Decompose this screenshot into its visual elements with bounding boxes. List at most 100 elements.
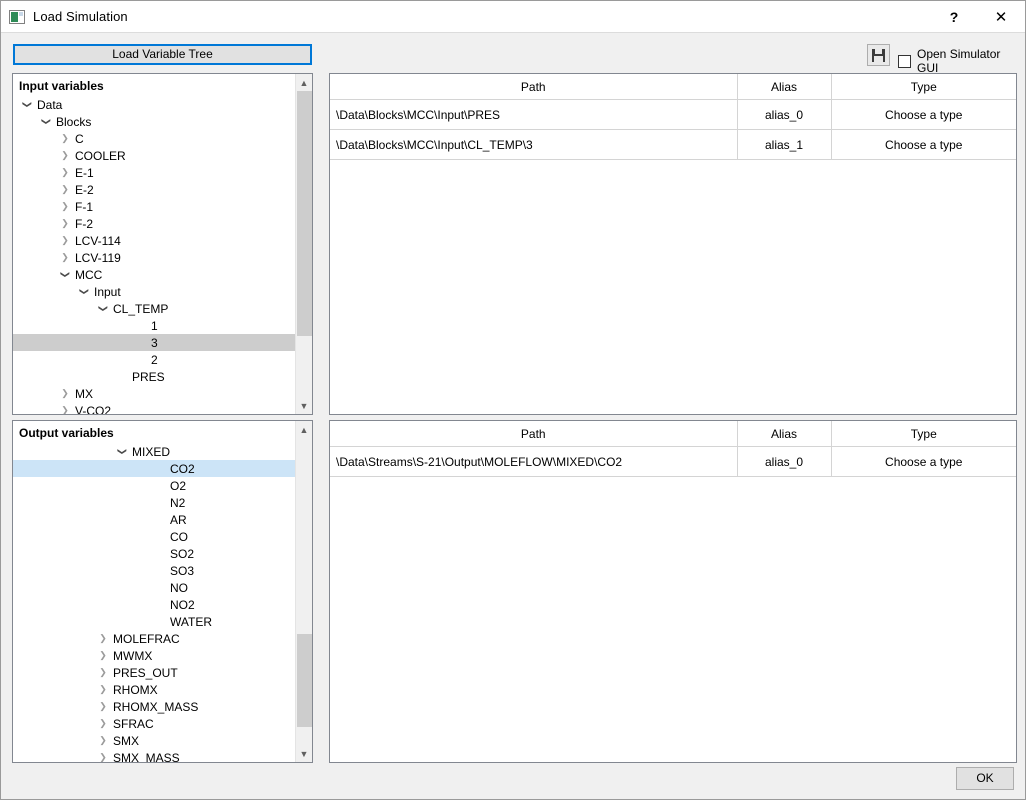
scroll-up-arrow-icon[interactable]: ▲	[296, 74, 312, 91]
input-tree-item-3[interactable]: 3	[13, 334, 296, 351]
chevron-down-icon[interactable]: ❯	[38, 114, 55, 130]
input-tree-item-f-2[interactable]: ❯ F-2	[13, 215, 296, 232]
output-tree-item-so2[interactable]: SO2	[13, 545, 296, 562]
load-simulation-dialog: Load Simulation ? ✕ Load Variable Tree O…	[0, 0, 1026, 800]
input-tree-item-2[interactable]: 2	[13, 351, 296, 368]
output-tree-item-mwmx[interactable]: ❯ MWMX	[13, 647, 296, 664]
tree-item-label: N2	[170, 495, 186, 510]
chevron-right-icon[interactable]: ❯	[57, 147, 73, 164]
load-variable-tree-button[interactable]: Load Variable Tree	[13, 44, 312, 65]
save-button[interactable]	[867, 44, 890, 66]
chevron-right-icon[interactable]: ❯	[57, 164, 73, 181]
output-tree-item-pres-out[interactable]: ❯ PRES_OUT	[13, 664, 296, 681]
chevron-right-icon[interactable]: ❯	[57, 385, 73, 402]
tree-item-label: SMX_MASS	[113, 750, 180, 763]
input-variables-tree[interactable]: Input variables ❯ Data ❯ Blocks ❯ C ❯ COOLER ❯ E-…	[12, 73, 313, 415]
help-button[interactable]: ?	[931, 1, 977, 32]
input-tree-item-pres[interactable]: PRES	[13, 368, 296, 385]
input-tree-item-c[interactable]: ❯ C	[13, 130, 296, 147]
tree-item-label: COOLER	[75, 148, 126, 163]
input-tree-item-e-2[interactable]: ❯ E-2	[13, 181, 296, 198]
output-tree-item-ar[interactable]: AR	[13, 511, 296, 528]
input-tree-scrollbar[interactable]: ▲ ▼	[295, 74, 312, 414]
input-tree-item-data[interactable]: ❯ Data	[13, 96, 296, 113]
output-tree-item-rhomx[interactable]: ❯ RHOMX	[13, 681, 296, 698]
chevron-down-icon[interactable]: ❯	[57, 267, 74, 283]
output-tree-item-no2[interactable]: NO2	[13, 596, 296, 613]
output-table-type-cell[interactable]: Choose a type	[831, 446, 1016, 477]
chevron-right-icon[interactable]: ❯	[95, 749, 111, 762]
input-tree-item-mx[interactable]: ❯ MX	[13, 385, 296, 402]
scroll-up-arrow-icon[interactable]: ▲	[296, 421, 312, 438]
input-tree-item-1[interactable]: 1	[13, 317, 296, 334]
input-tree-item-input[interactable]: ❯ Input	[13, 283, 296, 300]
tree-item-label: RHOMX	[113, 682, 158, 697]
output-tree-item-smx[interactable]: ❯ SMX	[13, 732, 296, 749]
output-tree-item-mixed[interactable]: ❯ MIXED	[13, 443, 296, 460]
input-tree-item-lcv-114[interactable]: ❯ LCV-114	[13, 232, 296, 249]
input-tree-item-cooler[interactable]: ❯ COOLER	[13, 147, 296, 164]
chevron-right-icon[interactable]: ❯	[95, 664, 111, 681]
output-table-column-header: Alias	[737, 421, 832, 447]
output-table-alias-cell[interactable]: alias_0	[737, 446, 832, 477]
chevron-right-icon[interactable]: ❯	[57, 249, 73, 266]
tree-item-label: E-1	[75, 165, 94, 180]
chevron-right-icon[interactable]: ❯	[95, 681, 111, 698]
ok-button[interactable]: OK	[956, 767, 1014, 790]
chevron-right-icon[interactable]: ❯	[95, 732, 111, 749]
input-tree-item-mcc[interactable]: ❯ MCC	[13, 266, 296, 283]
output-tree-item-o2[interactable]: O2	[13, 477, 296, 494]
input-table-column-header: Path	[330, 74, 738, 100]
input-tree-header: Input variables	[19, 79, 104, 93]
chevron-right-icon[interactable]: ❯	[57, 232, 73, 249]
scrollbar-thumb[interactable]	[297, 634, 312, 727]
tree-item-label: SO2	[170, 546, 195, 561]
output-tree-item-sfrac[interactable]: ❯ SFRAC	[13, 715, 296, 732]
input-tree-item-cl-temp[interactable]: ❯ CL_TEMP	[13, 300, 296, 317]
scroll-down-arrow-icon[interactable]: ▼	[296, 745, 312, 762]
open-simulator-gui-label: Open Simulator GUI	[917, 47, 1001, 75]
output-tree-item-co2[interactable]: CO2	[13, 460, 296, 477]
chevron-down-icon[interactable]: ❯	[114, 444, 131, 460]
input-tree-item-lcv-119[interactable]: ❯ LCV-119	[13, 249, 296, 266]
chevron-right-icon[interactable]: ❯	[57, 198, 73, 215]
output-tree-item-water[interactable]: WATER	[13, 613, 296, 630]
output-tree-item-no[interactable]: NO	[13, 579, 296, 596]
input-tree-item-v-co2[interactable]: ❯ V-CO2	[13, 402, 296, 415]
scroll-down-arrow-icon[interactable]: ▼	[296, 397, 312, 414]
chevron-right-icon[interactable]: ❯	[57, 215, 73, 232]
close-button[interactable]: ✕	[977, 1, 1025, 32]
input-table-type-cell[interactable]: Choose a type	[831, 99, 1016, 130]
chevron-right-icon[interactable]: ❯	[95, 698, 111, 715]
input-tree-item-e-1[interactable]: ❯ E-1	[13, 164, 296, 181]
input-table-header-row: Path Alias Type	[330, 74, 1016, 100]
scrollbar-thumb[interactable]	[297, 91, 312, 336]
chevron-right-icon[interactable]: ❯	[95, 715, 111, 732]
output-tree-item-molefrac[interactable]: ❯ MOLEFRAC	[13, 630, 296, 647]
chevron-down-icon[interactable]: ❯	[76, 284, 93, 300]
chevron-down-icon[interactable]: ❯	[19, 97, 36, 113]
output-variables-tree[interactable]: Output variables ❯ MIXED CO2 O2 N2 AR CO SO2 SO3…	[12, 420, 313, 763]
chevron-right-icon[interactable]: ❯	[95, 630, 111, 647]
input-tree-item-blocks[interactable]: ❯ Blocks	[13, 113, 296, 130]
input-table-alias-cell[interactable]: alias_1	[737, 129, 832, 160]
open-simulator-gui-checkbox[interactable]: Open Simulator GUI	[898, 47, 1025, 75]
chevron-right-icon[interactable]: ❯	[95, 647, 111, 664]
chevron-down-icon[interactable]: ❯	[95, 301, 112, 317]
input-table-type-cell[interactable]: Choose a type	[831, 129, 1016, 160]
output-tree-item-n2[interactable]: N2	[13, 494, 296, 511]
chevron-right-icon[interactable]: ❯	[57, 402, 73, 414]
input-tree-item-f-1[interactable]: ❯ F-1	[13, 198, 296, 215]
table-row[interactable]: \Data\Blocks\MCC\Input\CL_TEMP\3 alias_1 C…	[330, 129, 1016, 160]
table-row[interactable]: \Data\Streams\S-21\Output\MOLEFLOW\MIXED…	[330, 446, 1016, 477]
table-row[interactable]: \Data\Blocks\MCC\Input\PRES alias_0 Choose…	[330, 99, 1016, 130]
chevron-right-icon[interactable]: ❯	[57, 181, 73, 198]
chevron-right-icon[interactable]: ❯	[57, 130, 73, 147]
checkbox-box-icon[interactable]	[898, 54, 911, 68]
output-tree-item-so3[interactable]: SO3	[13, 562, 296, 579]
output-tree-item-smx-mass[interactable]: ❯ SMX_MASS	[13, 749, 296, 763]
input-table-alias-cell[interactable]: alias_0	[737, 99, 832, 130]
output-tree-item-rhomx-mass[interactable]: ❯ RHOMX_MASS	[13, 698, 296, 715]
output-tree-item-co[interactable]: CO	[13, 528, 296, 545]
output-tree-scrollbar[interactable]: ▲ ▼	[295, 421, 312, 762]
